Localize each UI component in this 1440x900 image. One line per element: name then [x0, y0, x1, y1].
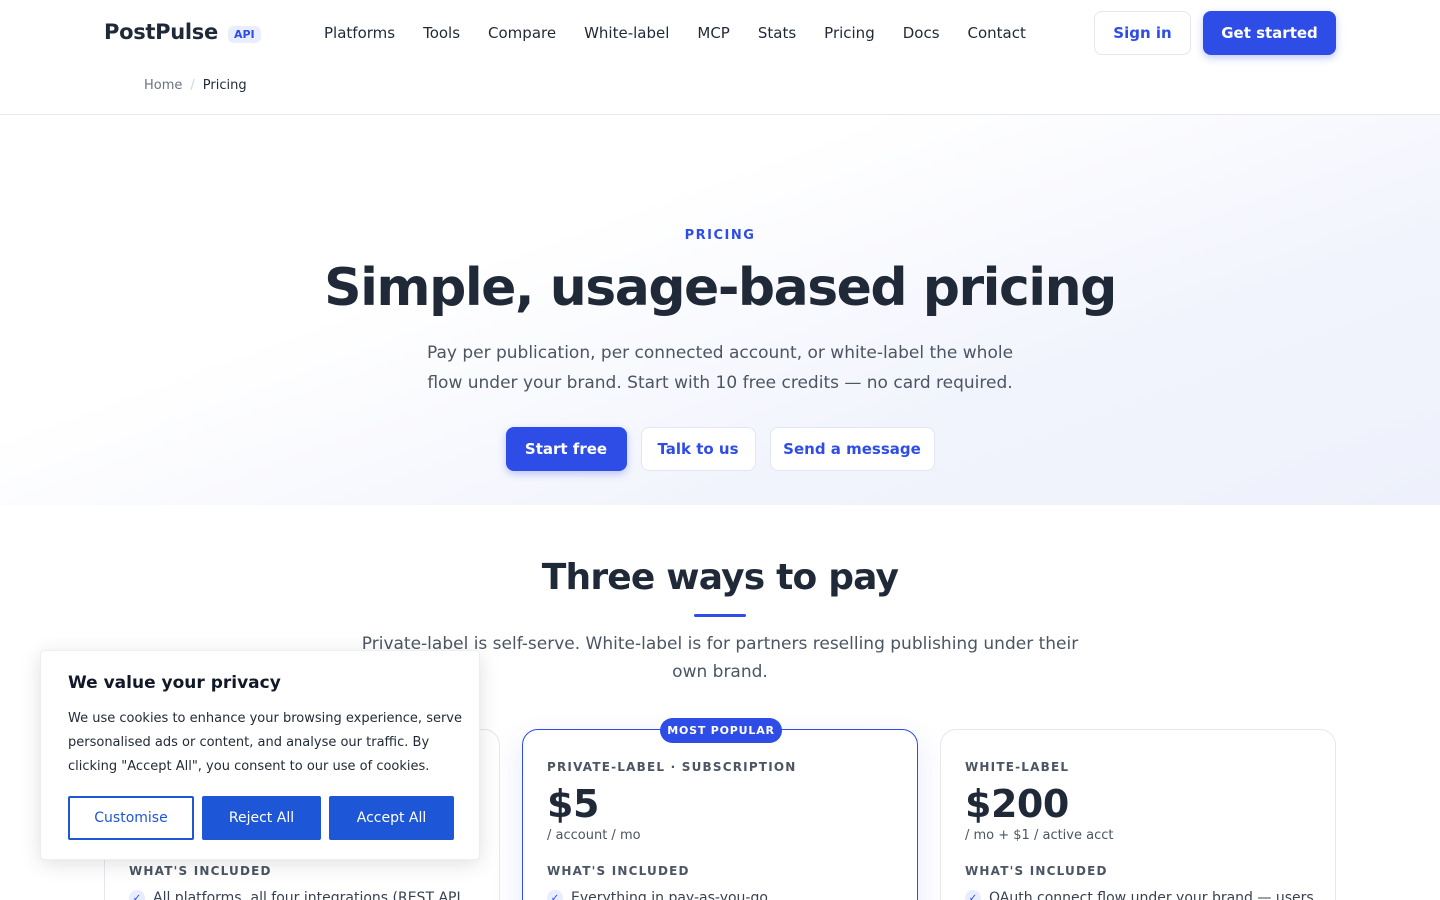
plan-price: $200: [965, 782, 1069, 826]
start-free-button[interactable]: Start free: [505, 427, 627, 471]
plan-card-white-label: WHITE-LABEL $200 / mo + $1 / active acct…: [940, 729, 1336, 900]
plan-feature-text: OAuth connect flow under your brand — us…: [989, 890, 1314, 900]
nav-tools[interactable]: Tools: [423, 24, 460, 42]
nav-pricing[interactable]: Pricing: [824, 24, 875, 42]
section-title-underline: [694, 614, 746, 617]
plan-feature-item: ✓ Everything in pay-as-you-go: [547, 890, 768, 900]
talk-to-us-button[interactable]: Talk to us: [640, 427, 756, 471]
page-title: Simple, usage-based pricing: [324, 258, 1117, 318]
check-icon: ✓: [129, 890, 145, 900]
plan-card-private-label: MOST POPULAR PRIVATE-LABEL · SUBSCRIPTIO…: [522, 718, 918, 900]
cookie-customise-button[interactable]: Customise: [68, 796, 194, 840]
check-icon: ✓: [965, 890, 981, 900]
nav-platforms[interactable]: Platforms: [324, 24, 395, 42]
cookie-button-row: Customise Reject All Accept All: [68, 796, 454, 840]
send-message-button[interactable]: Send a message: [769, 427, 935, 471]
get-started-button[interactable]: Get started: [1203, 11, 1336, 55]
breadcrumb-separator: /: [190, 78, 195, 93]
cookie-text: We use cookies to enhance your browsing …: [68, 711, 462, 774]
plan-included-heading: WHAT'S INCLUDED: [547, 864, 690, 878]
hero-subtitle: Pay per publication, per connected accou…: [426, 343, 1014, 393]
nav-stats[interactable]: Stats: [758, 24, 796, 42]
plan-label: PRIVATE-LABEL · SUBSCRIPTION: [547, 760, 797, 774]
main-nav: Platforms Tools Compare White-label MCP …: [324, 24, 1054, 42]
plan-feature-text: Everything in pay-as-you-go: [571, 890, 768, 900]
most-popular-badge: MOST POPULAR: [660, 718, 782, 743]
breadcrumb-home[interactable]: Home: [144, 78, 182, 93]
cookie-title: We value your privacy: [68, 673, 281, 693]
plan-included-heading: WHAT'S INCLUDED: [129, 864, 272, 878]
nav-docs[interactable]: Docs: [903, 24, 940, 42]
breadcrumb: Home / Pricing: [144, 78, 247, 93]
section-title: Three ways to pay: [541, 557, 899, 598]
plan-label: WHITE-LABEL: [965, 760, 1070, 774]
plan-feature-text: All platforms, all four integrations (RE…: [153, 890, 466, 900]
nav-compare[interactable]: Compare: [488, 24, 556, 42]
hero-eyebrow: PRICING: [684, 228, 756, 243]
logo[interactable]: PostPulse API: [104, 20, 261, 44]
plan-unit: / account / mo: [547, 828, 641, 843]
logo-text: PostPulse: [104, 20, 218, 44]
plan-feature-item: ✓ All platforms, all four integrations (…: [129, 890, 465, 900]
hero-cta-row: Start free Talk to us Send a message: [0, 427, 1440, 471]
plan-feature-item: ✓ OAuth connect flow under your brand — …: [965, 890, 1314, 900]
nav-white-label[interactable]: White-label: [584, 24, 669, 42]
breadcrumb-current: Pricing: [202, 78, 247, 93]
sign-in-button[interactable]: Sign in: [1094, 11, 1191, 55]
nav-mcp[interactable]: MCP: [697, 24, 729, 42]
plan-price: $5: [547, 782, 599, 826]
nav-contact[interactable]: Contact: [968, 24, 1026, 42]
api-badge: API: [227, 25, 261, 43]
plan-included-heading: WHAT'S INCLUDED: [965, 864, 1108, 878]
site-header: PostPulse API Platforms Tools Compare Wh…: [0, 0, 1440, 115]
plan-unit: / mo + $1 / active acct: [965, 828, 1114, 843]
check-icon: ✓: [547, 890, 563, 900]
cookie-consent-banner: We value your privacy We use cookies to …: [40, 650, 480, 860]
cookie-reject-button[interactable]: Reject All: [202, 796, 321, 840]
cookie-accept-button[interactable]: Accept All: [329, 796, 454, 840]
